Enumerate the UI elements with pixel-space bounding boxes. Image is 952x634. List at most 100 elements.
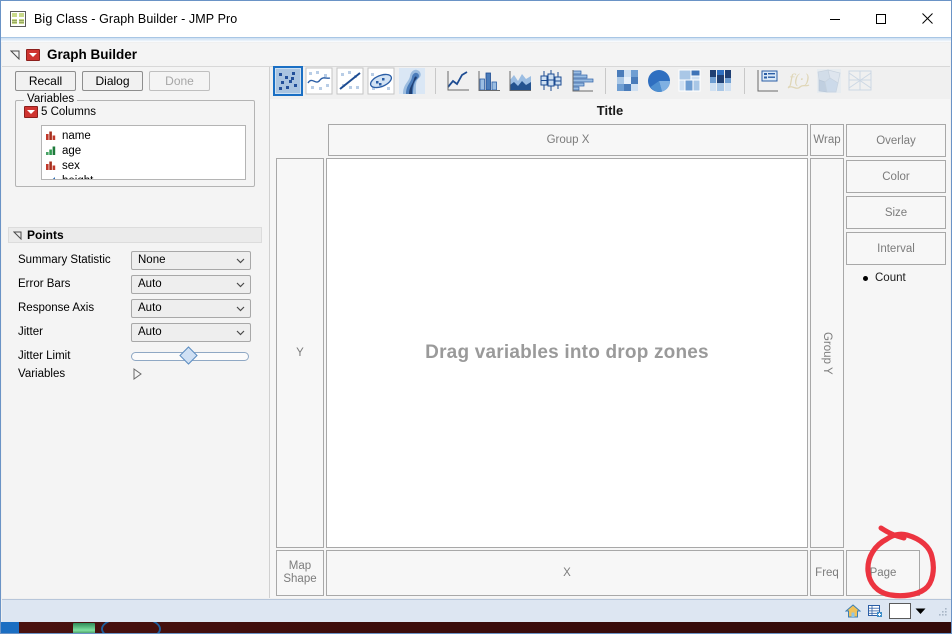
panel-button-row: Recall Dialog Done (15, 71, 210, 91)
column-name: height (62, 175, 93, 180)
minimize-button[interactable] (812, 1, 858, 36)
bar-chart-tool-button[interactable] (474, 66, 504, 96)
pie-chart-tool-button[interactable] (644, 66, 674, 96)
page-title: Graph Builder (47, 47, 138, 62)
dropzone-overlay[interactable]: Overlay (846, 124, 946, 157)
error-bars-select[interactable]: Auto (131, 274, 251, 294)
nominal-bars-icon (46, 131, 56, 140)
columns-disclosure-row[interactable]: 5 Columns (24, 106, 96, 118)
column-name: name (62, 129, 91, 142)
dropzone-interval[interactable]: Interval (846, 232, 946, 265)
dialog-button[interactable]: Dialog (82, 71, 143, 91)
desktop-background-strip (1, 622, 951, 633)
toolbar-group-extras: f(·) (750, 63, 878, 99)
dropzone-wrap-label: Wrap (813, 134, 841, 146)
heatmap-tool-button[interactable] (613, 66, 643, 96)
close-button[interactable] (904, 1, 950, 36)
desktop-green-accent (73, 623, 95, 633)
box-plot-tool-button[interactable] (536, 66, 566, 96)
jitter-limit-slider[interactable] (131, 345, 249, 365)
dropzone-group-x[interactable]: Group X (328, 124, 808, 156)
graph-title[interactable]: Title (270, 103, 950, 118)
dropzone-map-shape-label-line2: Shape (283, 573, 317, 585)
legend-marker-dot (863, 275, 868, 281)
home-icon[interactable] (845, 603, 861, 619)
dropzone-size[interactable]: Size (846, 196, 946, 229)
chevron-down-icon (236, 306, 245, 311)
summary-statistic-label: Summary Statistic (18, 254, 111, 266)
list-item[interactable]: age (45, 143, 245, 158)
treemap-tool-button[interactable] (675, 66, 705, 96)
dropzone-x[interactable]: X (326, 550, 808, 596)
titlebar-separator (1, 37, 951, 42)
jmp-table-icon (10, 10, 26, 27)
summary-statistic-select[interactable]: None (131, 250, 251, 270)
variables-option-label: Variables (18, 368, 66, 380)
histogram-tool-button[interactable] (567, 66, 597, 96)
data-table-icon[interactable] (867, 603, 883, 619)
dropzone-group-y-label: Group Y (821, 331, 833, 375)
variables-group: Variables 5 Columns name age sex (15, 93, 255, 187)
list-item[interactable]: height (45, 173, 245, 180)
outline-triangle-icon[interactable] (10, 50, 20, 60)
contour-tool-button[interactable] (397, 66, 427, 96)
ordinal-bars-icon (46, 146, 56, 155)
line-chart-tool-button[interactable] (443, 66, 473, 96)
dropzone-wrap[interactable]: Wrap (810, 124, 844, 156)
toolbar-separator (605, 68, 606, 94)
legend-entry-label: Count (875, 272, 906, 284)
chevron-down-icon[interactable] (915, 607, 926, 615)
columns-red-triangle-icon[interactable] (24, 106, 38, 118)
canvas-hint-text: Drag variables into drop zones (425, 342, 709, 363)
expander-triangle-icon[interactable] (132, 368, 142, 380)
list-item[interactable]: name (45, 128, 245, 143)
line-of-fit-tool-button[interactable] (335, 66, 365, 96)
jitter-select[interactable]: Auto (131, 322, 251, 342)
option-row-error-bars: Error Bars Auto (18, 274, 258, 294)
area-chart-tool-button[interactable] (505, 66, 535, 96)
response-axis-select[interactable]: Auto (131, 298, 251, 318)
resize-grip-icon[interactable] (936, 605, 948, 617)
maximize-icon (876, 13, 886, 24)
jitter-limit-slider-thumb[interactable] (179, 345, 198, 365)
parallel-plot-tool-button (845, 66, 875, 96)
outline-triangle-icon[interactable] (13, 231, 22, 240)
nominal-bars-icon (46, 161, 56, 170)
recall-button[interactable]: Recall (15, 71, 76, 91)
mosaic-tool-button[interactable] (706, 66, 736, 96)
column-name: sex (62, 159, 80, 172)
map-shapes-tool-button (814, 66, 844, 96)
option-row-variables: Variables (18, 364, 258, 384)
error-bars-value: Auto (138, 278, 162, 290)
caption-box-tool-button[interactable] (752, 66, 782, 96)
maximize-button[interactable] (858, 1, 904, 36)
ellipse-tool-button[interactable] (366, 66, 396, 96)
window-titlebar: Big Class - Graph Builder - JMP Pro (1, 1, 951, 37)
dropzone-map-shape[interactable]: Map Shape (276, 550, 324, 596)
taskbar-left-accent (1, 622, 19, 633)
legend-entry-count: Count (863, 272, 950, 284)
dropzone-main-canvas[interactable]: Drag variables into drop zones (326, 158, 808, 548)
dropzone-page[interactable]: Page (846, 550, 920, 596)
minimize-icon (830, 18, 840, 20)
points-section-header[interactable]: Points (8, 227, 262, 243)
red-triangle-disclosure-icon[interactable] (26, 48, 40, 61)
done-button: Done (149, 71, 210, 91)
dropzone-group-y[interactable]: Group Y (810, 158, 844, 548)
points-tool-button[interactable] (273, 66, 303, 96)
dropzone-color[interactable]: Color (846, 160, 946, 193)
error-bars-label: Error Bars (18, 278, 71, 290)
smoother-tool-button[interactable] (304, 66, 334, 96)
dropzone-page-label: Page (869, 567, 897, 579)
dropzone-x-label: X (563, 567, 571, 579)
toolbar-group-categorical (611, 63, 739, 99)
columns-list[interactable]: name age sex (41, 125, 246, 180)
status-combo-box[interactable] (889, 603, 911, 619)
list-item[interactable]: sex (45, 158, 245, 173)
continuous-triangle-icon (52, 177, 55, 179)
response-axis-label: Response Axis (18, 302, 95, 314)
dropzone-freq[interactable]: Freq (810, 550, 844, 596)
legend-dropzone-panel: Overlay Color Size Interval Count (846, 124, 950, 284)
dropzone-y[interactable]: Y (276, 158, 324, 548)
dropzone-map-shape-label-line1: Map (288, 559, 312, 572)
